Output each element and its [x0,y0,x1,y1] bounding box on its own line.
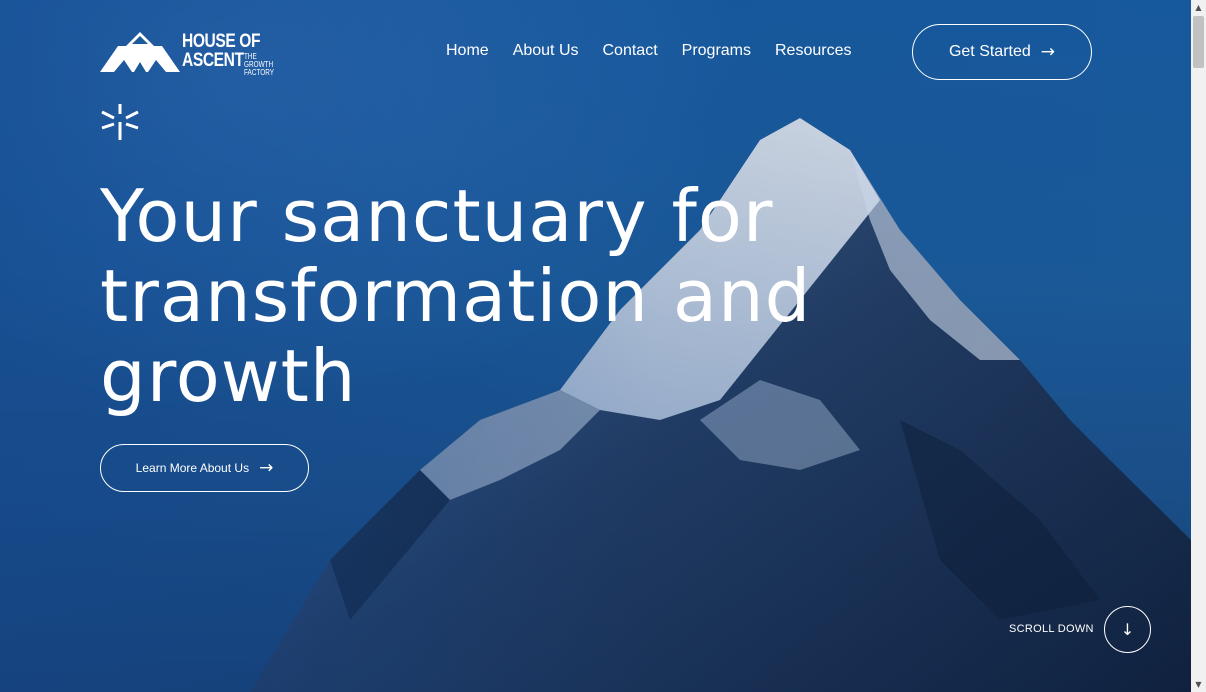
arrow-right-icon: → [1040,42,1056,62]
brand-name-line2: ASCENT [182,50,244,71]
brand-tagline-line1: THE GROWTH [244,52,274,69]
arrow-right-icon: → [259,458,274,478]
brand-logo[interactable]: HOUSE OF ASCENT THE GROWTH FACTORY [100,31,290,77]
vertical-scrollbar[interactable]: ▲ ▼ [1191,0,1206,692]
get-started-button[interactable]: Get Started → [912,24,1092,80]
scroll-down-button[interactable]: ↓ [1104,606,1151,653]
headline-line-2: transformation and [100,254,812,338]
scrollbar-thumb[interactable] [1193,16,1204,68]
scroll-down-arrow-icon[interactable]: ▼ [1191,677,1206,692]
arrow-down-icon: ↓ [1120,620,1135,639]
headline-line-1: Your sanctuary for [100,174,774,258]
brand-tagline: THE GROWTH FACTORY [244,53,281,77]
nav-item-contact[interactable]: Contact [603,42,658,60]
get-started-label: Get Started [948,43,1031,60]
nav-item-programs[interactable]: Programs [682,42,751,60]
brand-name-line1: HOUSE OF [182,31,261,52]
hero-headline: Your sanctuary for transformation and gr… [100,176,900,416]
nav-item-resources[interactable]: Resources [775,42,851,60]
house-of-ascent-logo-icon [100,32,180,72]
learn-more-about-us-button[interactable]: Learn More About Us → [100,444,309,492]
nav-item-home[interactable]: Home [446,42,489,60]
hero-section: HOUSE OF ASCENT THE GROWTH FACTORY Home … [0,0,1191,692]
learn-more-label: Learn More About Us [135,461,250,475]
scroll-up-arrow-icon[interactable]: ▲ [1191,0,1206,15]
nav-item-about-us[interactable]: About Us [513,42,579,60]
sparkle-asterisk-icon [101,104,139,140]
headline-line-3: growth [100,334,357,418]
brand-tagline-line2: FACTORY [244,68,274,77]
main-navigation: Home About Us Contact Programs Resources [446,42,875,60]
scroll-down-label: SCROLL DOWN [1009,623,1094,635]
